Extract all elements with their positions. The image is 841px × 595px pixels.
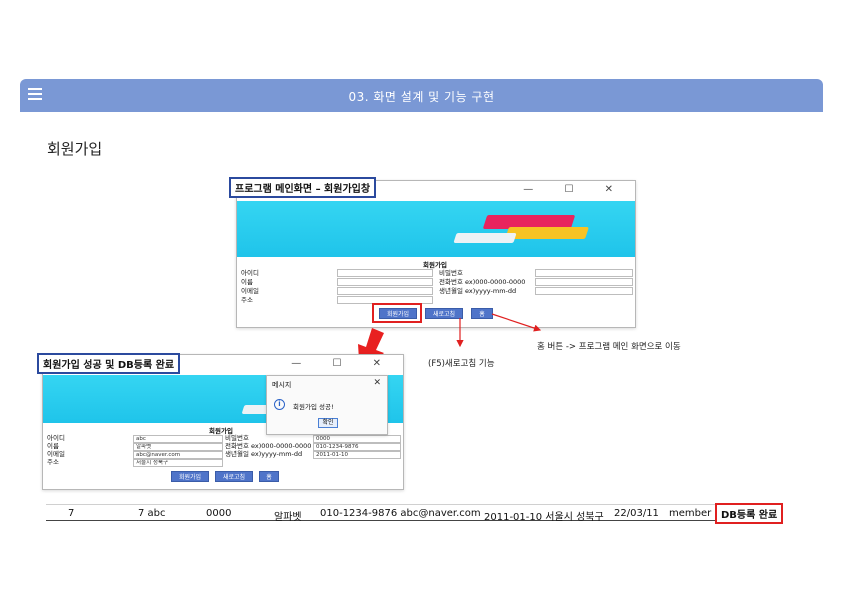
email-input[interactable]: abc@naver.com — [133, 451, 223, 459]
banner-card — [505, 227, 589, 239]
window-controls[interactable]: — ☐ ✕ — [291, 358, 395, 369]
db-cell-name: 알파벳 — [274, 512, 302, 523]
signup-button[interactable]: 회원가입 — [171, 471, 209, 482]
label-id: 아이디 — [241, 269, 259, 277]
email-input[interactable] — [337, 287, 433, 295]
label-phone: 전화번호 ex)000-0000-0000 — [439, 278, 526, 286]
label-email: 이메일 — [241, 287, 259, 295]
db-cell-birth-address: 2011-01-10 서울시 성북구 — [484, 512, 604, 523]
phone-input[interactable] — [535, 278, 633, 286]
db-row-topline — [46, 504, 716, 505]
label-birth: 생년월일 ex)yyyy-mm-dd — [439, 287, 517, 295]
db-cell-role: member — [669, 508, 712, 519]
birth-input[interactable] — [535, 287, 633, 295]
dialog-title: 메시지 — [272, 381, 292, 389]
close-icon[interactable]: ✕ — [373, 378, 381, 388]
id-input[interactable] — [337, 269, 433, 277]
db-cell-no: 7 — [68, 508, 75, 519]
main-window-caption: 프로그램 메인화면 – 회원가입창 — [229, 177, 377, 198]
label-password: 비밀번호 — [439, 269, 463, 277]
home-button[interactable]: 홈 — [471, 308, 493, 319]
label-birth: 생년월일 ex)yyyy-mm-dd — [225, 450, 303, 458]
db-cell-date: 22/03/11 — [614, 508, 659, 519]
banner-image — [237, 201, 635, 257]
label-address: 주소 — [241, 296, 253, 304]
label-address: 주소 — [47, 458, 59, 466]
dialog-message: 회원가입 성공! — [293, 403, 334, 411]
name-input[interactable] — [337, 278, 433, 286]
password-input[interactable]: 0000 — [313, 435, 401, 443]
slide: 03. 화면 설계 및 기능 구현 회원가입 — ☐ ✕ 회원가입 아이디 이름… — [0, 0, 841, 595]
refresh-note: (F5)새로고침 기능 — [428, 359, 495, 369]
section-title: 회원가입 — [47, 140, 103, 158]
db-cell-id: 7 abc — [138, 508, 166, 519]
banner-card — [453, 233, 517, 243]
name-input[interactable]: 알파벳 — [133, 443, 223, 451]
db-status-badge: DB등록 완료 — [715, 503, 784, 524]
home-button[interactable]: 홈 — [259, 471, 279, 482]
window-controls[interactable]: — ☐ ✕ — [523, 184, 627, 195]
success-window-caption: 회원가입 성공 및 DB등록 완료 — [37, 353, 181, 374]
ok-button[interactable]: 확인 — [318, 418, 338, 428]
db-cell-password: 0000 — [206, 508, 232, 519]
header-bar: 03. 화면 설계 및 기능 구현 — [20, 79, 823, 112]
home-note: 홈 버튼 -> 프로그램 메인 화면으로 이동 — [537, 342, 681, 352]
password-input[interactable] — [535, 269, 633, 277]
header-title: 03. 화면 설계 및 기능 구현 — [348, 90, 495, 104]
label-name: 이름 — [241, 278, 253, 286]
refresh-button[interactable]: 새로고침 — [425, 308, 463, 319]
db-cell-contact: 010-1234-9876 abc@naver.com — [320, 508, 481, 519]
form-title: 회원가입 — [423, 261, 447, 269]
db-row-line — [46, 520, 716, 521]
birth-input[interactable]: 2011-01-10 — [313, 451, 401, 459]
message-dialog: 메시지 ✕ i 회원가입 성공! 확인 — [266, 375, 388, 435]
phone-input[interactable]: 010-1234-9876 — [313, 443, 401, 451]
refresh-button[interactable]: 새로고침 — [215, 471, 253, 482]
address-input[interactable]: 서울시 성북구 — [133, 459, 223, 467]
info-icon: i — [274, 399, 285, 410]
id-input[interactable]: abc — [133, 435, 223, 443]
main-signup-window: — ☐ ✕ 회원가입 아이디 이름 이메일 주소 비밀번호 전화번호 ex)00… — [236, 180, 636, 328]
signup-highlight — [372, 303, 422, 323]
